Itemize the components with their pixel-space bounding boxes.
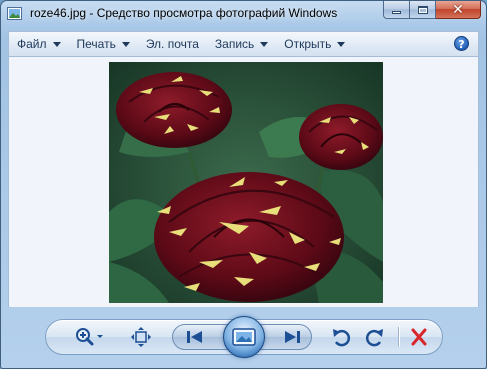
minimize-button[interactable] <box>383 1 410 19</box>
chevron-down-icon <box>260 41 269 47</box>
rotate-left-button[interactable] <box>330 327 352 347</box>
menu-file-label: Файл <box>17 37 47 51</box>
menu-open[interactable]: Открыть <box>276 33 353 55</box>
slideshow-button[interactable] <box>223 316 265 358</box>
next-button[interactable] <box>280 328 304 346</box>
maximize-icon <box>417 5 428 14</box>
slideshow-icon <box>232 328 256 346</box>
chevron-down-icon <box>121 41 130 47</box>
fit-to-window-icon <box>131 327 151 347</box>
bottom-toolbar <box>45 316 443 358</box>
toolbar-divider <box>398 327 399 347</box>
help-icon[interactable]: ? <box>454 36 469 51</box>
delete-button[interactable] <box>408 327 430 347</box>
image-viewport <box>8 57 479 307</box>
rotate-clockwise-icon <box>365 329 383 347</box>
previous-button[interactable] <box>183 328 207 346</box>
chevron-down-icon <box>52 41 61 47</box>
delete-icon <box>411 328 427 346</box>
previous-icon <box>187 331 202 343</box>
menu-print[interactable]: Печать <box>69 33 138 55</box>
close-icon: ✕ <box>452 1 464 18</box>
zoom-button[interactable] <box>73 327 107 347</box>
window-title: roze46.jpg - Средство просмотра фотограф… <box>30 6 338 20</box>
menu-file[interactable]: Файл <box>9 33 69 55</box>
minimize-icon <box>392 11 401 14</box>
caption-buttons: ✕ <box>383 1 481 20</box>
menu-bar: Файл Печать Эл. почта Запись Открыть ? <box>8 31 479 57</box>
rose-photo[interactable] <box>109 62 383 303</box>
menu-print-label: Печать <box>76 37 116 51</box>
maximize-button[interactable] <box>410 1 436 19</box>
menu-email-label: Эл. почта <box>145 37 199 51</box>
rotate-right-button[interactable] <box>364 327 386 347</box>
chevron-down-icon <box>337 41 346 47</box>
menu-burn[interactable]: Запись <box>207 33 276 55</box>
close-button[interactable]: ✕ <box>436 1 481 19</box>
menu-email[interactable]: Эл. почта <box>138 33 207 55</box>
rotate-counterclockwise-icon <box>333 329 351 347</box>
menu-open-label: Открыть <box>284 37 332 51</box>
next-icon <box>285 331 300 343</box>
menu-burn-label: Запись <box>214 37 255 51</box>
zoom-icon <box>76 328 103 346</box>
photo-viewer-window: roze46.jpg - Средство просмотра фотограф… <box>0 0 487 369</box>
title-bar[interactable]: roze46.jpg - Средство просмотра фотограф… <box>1 1 486 27</box>
photo-viewer-app-icon[interactable] <box>7 6 22 21</box>
actual-size-button[interactable] <box>130 327 152 347</box>
